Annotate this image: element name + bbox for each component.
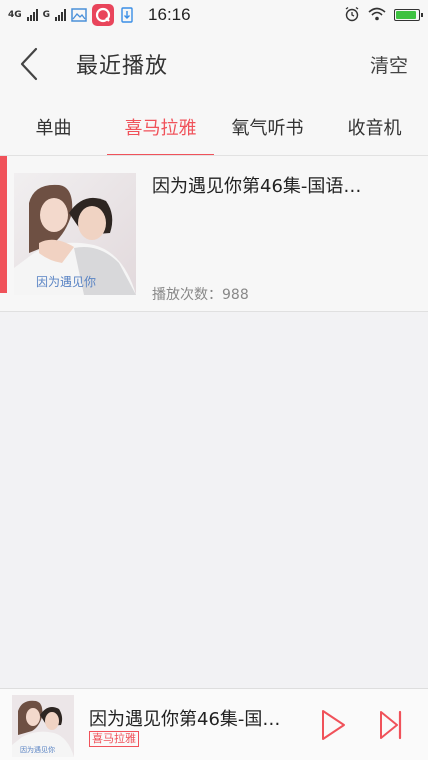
network-type-label: 4G <box>8 10 22 20</box>
clear-button[interactable]: 清空 <box>370 51 408 78</box>
player-cover[interactable]: 因为遇见你 <box>12 695 74 757</box>
wifi-icon <box>368 7 386 24</box>
next-track-button[interactable] <box>376 708 406 742</box>
alarm-icon <box>344 6 360 25</box>
source-badge: 喜马拉雅 <box>89 731 139 747</box>
player-track-title: 因为遇见你第46集-国… <box>89 709 281 730</box>
skip-next-icon <box>380 710 402 740</box>
tab-singles[interactable]: 单曲 <box>0 98 107 155</box>
now-playing-marker <box>0 156 7 293</box>
play-icon <box>322 710 345 740</box>
network-type-label-2: G <box>42 10 51 20</box>
clock-time: 16:16 <box>148 5 191 24</box>
tab-ximalaya[interactable]: 喜马拉雅 <box>107 98 214 155</box>
music-app-icon <box>92 4 115 26</box>
player-cover-text: 因为遇见你 <box>20 746 55 754</box>
status-bar: 4G G 16:16 <box>0 0 428 30</box>
gallery-icon <box>71 7 87 23</box>
page-title: 最近播放 <box>76 54 169 79</box>
cover-title-text: 因为遇见你 <box>36 275 97 289</box>
signal-strength-icon-2 <box>55 9 67 21</box>
chevron-left-icon <box>20 47 38 81</box>
item-title: 因为遇见你第46集-国语… <box>152 176 362 197</box>
signal-strength-icon <box>26 9 38 21</box>
album-cover: 因为遇见你 <box>14 173 136 295</box>
mini-player[interactable]: 因为遇见你 因为遇见你第46集-国… 喜马拉雅 <box>0 688 428 760</box>
tab-oxygen-audiobook[interactable]: 氧气听书 <box>214 98 321 155</box>
top-bar: 最近播放 清空 <box>0 30 428 98</box>
category-tabs: 单曲 喜马拉雅 氧气听书 收音机 <box>0 98 428 156</box>
tab-radio[interactable]: 收音机 <box>321 98 428 155</box>
back-button[interactable] <box>0 30 58 98</box>
list-item[interactable]: 因为遇见你 因为遇见你第46集-国语… 播放次数：988 <box>0 156 428 312</box>
battery-icon <box>394 9 423 21</box>
download-icon <box>119 7 135 23</box>
play-button[interactable] <box>318 708 348 742</box>
play-count: 播放次数：988 <box>152 287 249 303</box>
